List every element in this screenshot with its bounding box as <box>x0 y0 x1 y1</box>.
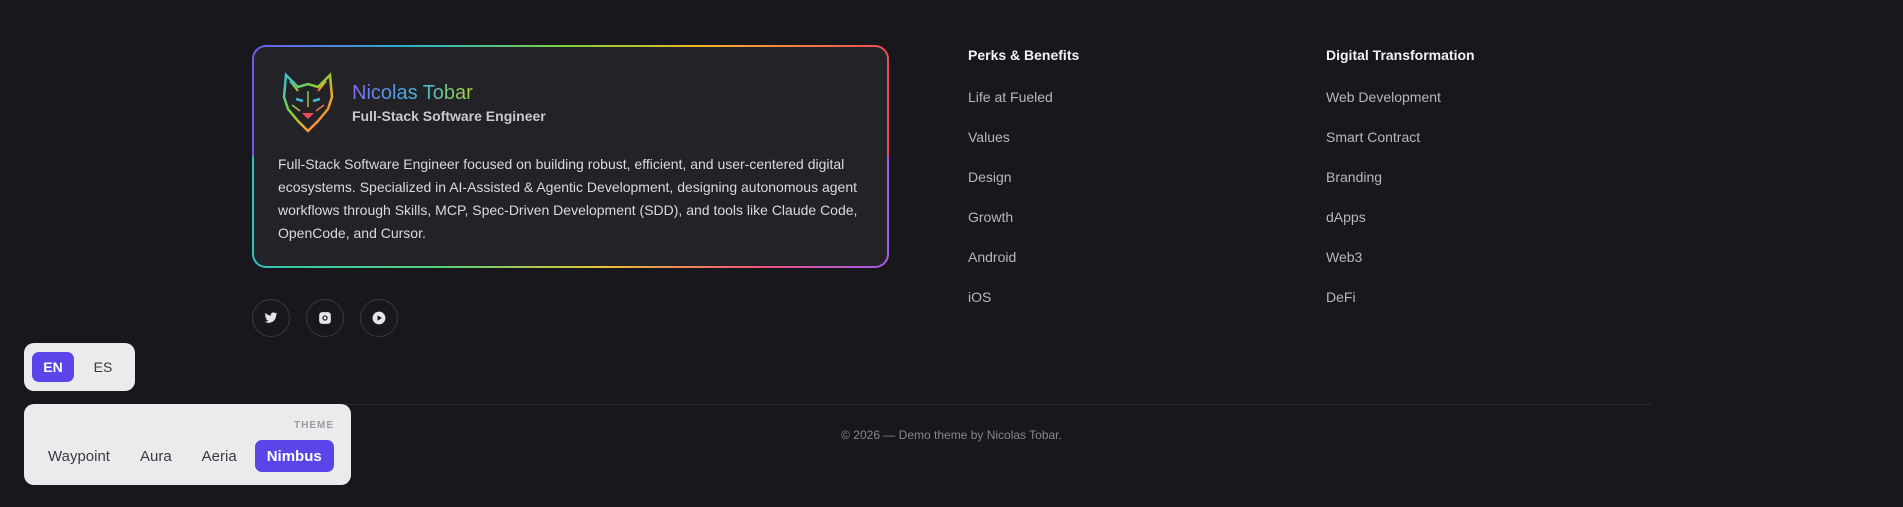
theme-options: Waypoint Aura Aeria Nimbus <box>36 440 334 472</box>
theme-option-waypoint[interactable]: Waypoint <box>36 440 122 472</box>
footer-link[interactable]: Branding <box>1326 169 1475 186</box>
social-links <box>252 299 398 337</box>
footer-link[interactable]: Web Development <box>1326 89 1475 106</box>
twitter-link[interactable] <box>252 299 290 337</box>
language-option-en[interactable]: EN <box>32 352 74 382</box>
instagram-link[interactable] <box>306 299 344 337</box>
footer-link[interactable]: Smart Contract <box>1326 129 1475 146</box>
language-option-es[interactable]: ES <box>82 352 124 382</box>
profile-role: Full-Stack Software Engineer <box>352 107 546 124</box>
instagram-icon <box>319 312 331 324</box>
footer-link[interactable]: Web3 <box>1326 249 1475 266</box>
profile-bio: Full-Stack Software Engineer focused on … <box>278 156 858 241</box>
theme-switcher: THEME Waypoint Aura Aeria Nimbus <box>24 404 351 485</box>
footer-link[interactable]: Values <box>968 129 1079 146</box>
profile-name: Nicolas Tobar <box>352 81 546 105</box>
footer-link[interactable]: dApps <box>1326 209 1475 226</box>
footer-link[interactable]: DeFi <box>1326 289 1475 306</box>
wolf-logo-icon <box>282 72 334 133</box>
play-circle-icon <box>372 311 386 325</box>
video-link[interactable] <box>360 299 398 337</box>
profile-identity: Nicolas Tobar Full-Stack Software Engine… <box>352 81 546 124</box>
footer-column-perks: Perks & Benefits Life at Fueled Values D… <box>968 47 1079 329</box>
theme-label: THEME <box>294 420 334 431</box>
theme-option-aeria[interactable]: Aeria <box>190 440 249 472</box>
column-title: Perks & Benefits <box>968 47 1080 63</box>
twitter-icon <box>264 312 278 323</box>
column-title: Digital Transformation <box>1326 47 1475 63</box>
footer-link[interactable]: Design <box>968 169 1079 186</box>
footer-link[interactable]: iOS <box>968 289 1079 306</box>
footer-link[interactable]: Growth <box>968 209 1079 226</box>
footer-divider <box>252 404 1653 405</box>
profile-header: Nicolas Tobar Full-Stack Software Engine… <box>278 71 863 133</box>
theme-option-nimbus[interactable]: Nimbus <box>254 440 334 472</box>
footer-link[interactable]: Life at Fueled <box>968 89 1079 106</box>
footer-column-digital: Digital Transformation Web Development S… <box>1326 47 1475 329</box>
footer-link[interactable]: Android <box>968 249 1079 266</box>
language-switcher: EN ES <box>24 343 135 391</box>
profile-card: Nicolas Tobar Full-Stack Software Engine… <box>252 45 889 268</box>
profile-card-body: Nicolas Tobar Full-Stack Software Engine… <box>254 47 887 266</box>
theme-option-aura[interactable]: Aura <box>128 440 184 472</box>
